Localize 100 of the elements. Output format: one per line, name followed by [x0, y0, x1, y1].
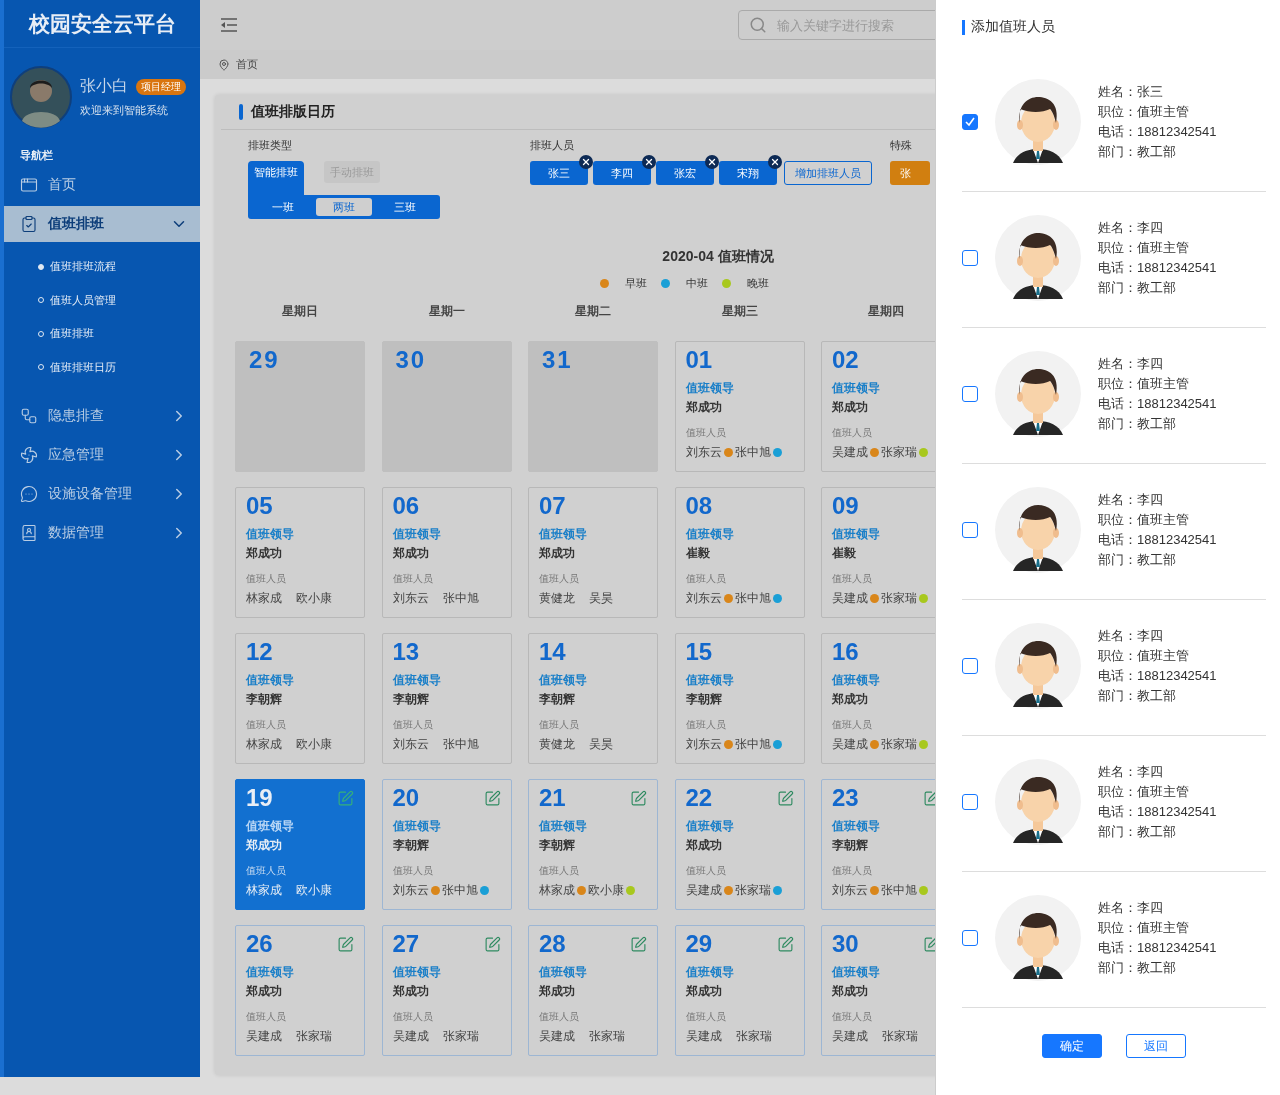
day-cell[interactable]: 02 值班领导 郑成功 值班人员 吴建成 张家瑞: [821, 341, 935, 472]
submenu-item[interactable]: 值班排班: [4, 317, 200, 351]
staff-name: 欧小康: [296, 736, 332, 753]
welcome-text: 欢迎来到智能系统: [80, 103, 169, 118]
day-cell[interactable]: 07 值班领导 郑成功 值班人员 黄健龙 吴昊: [528, 487, 658, 618]
day-number: 08: [685, 492, 713, 520]
submenu-item[interactable]: 值班人员管理: [4, 283, 200, 317]
back-button[interactable]: 返回: [1126, 1034, 1186, 1058]
staff-tag[interactable]: 张宏: [656, 161, 714, 185]
edit-icon[interactable]: [483, 789, 501, 807]
mode-tab[interactable]: 智能排班: [248, 161, 304, 195]
person-info: 职位：值班主管: [1098, 102, 1190, 121]
day-cell[interactable]: 29 值班领导 郑成功 值班人员 吴建成 张家瑞: [674, 925, 805, 1056]
day-cell[interactable]: 13 值班领导 李朝辉 值班人员 刘东云 张中旭: [381, 633, 512, 764]
person-info: 姓名：李四: [1098, 218, 1164, 237]
edit-icon[interactable]: [923, 789, 935, 807]
shift-tab[interactable]: 一班: [254, 198, 311, 216]
leader-label: 值班领导: [832, 818, 881, 835]
edit-icon[interactable]: [776, 789, 794, 807]
checkbox[interactable]: [962, 385, 978, 402]
leader-label: 值班领导: [832, 672, 881, 689]
nav-item[interactable]: 数据管理: [4, 515, 200, 551]
day-cell[interactable]: 08 值班领导 崔毅 值班人员 刘东云 张中旭: [674, 487, 805, 618]
leader-label: 值班领导: [832, 380, 881, 397]
edit-icon[interactable]: [630, 789, 647, 807]
edit-icon[interactable]: [776, 935, 794, 953]
day-cell[interactable]: 26 值班领导 郑成功 值班人员 吴建成 张家瑞: [235, 925, 365, 1056]
nav-item[interactable]: 应急管理: [4, 437, 200, 473]
checkbox[interactable]: [962, 113, 978, 130]
nav-item[interactable]: 设施设备管理: [4, 476, 200, 512]
day-cell[interactable]: 16 值班领导 郑成功 值班人员 吴建成 张家瑞: [821, 633, 935, 764]
remove-icon[interactable]: [579, 155, 593, 169]
day-cell[interactable]: 12 值班领导 李朝辉 值班人员 林家成 欧小康: [235, 633, 365, 764]
day-cell[interactable]: 19 值班领导 郑成功 值班人员 林家成 欧小康: [235, 779, 365, 910]
day-number: 16: [832, 638, 859, 666]
remove-icon[interactable]: [642, 155, 656, 169]
leader-name: 崔毅: [685, 545, 711, 562]
staff-name: 林家成: [246, 882, 282, 899]
day-cell[interactable]: 20 值班领导 李朝辉 值班人员 刘东云 张中旭: [381, 779, 512, 910]
day-cell[interactable]: 09 值班领导 崔毅 值班人员 吴建成 张家瑞: [821, 487, 935, 618]
remove-icon[interactable]: [705, 155, 719, 169]
edit-icon[interactable]: [630, 935, 647, 953]
user-name: 张小白: [80, 76, 128, 96]
confirm-button[interactable]: 确定: [1042, 1034, 1102, 1058]
nav-item[interactable]: 首页: [4, 167, 200, 203]
menu-collapse-icon[interactable]: [220, 18, 238, 32]
staff-label: 值班人员: [685, 572, 727, 586]
checkbox[interactable]: [962, 793, 978, 810]
day-cell[interactable]: 14 值班领导 李朝辉 值班人员 黄健龙 吴昊: [528, 633, 658, 764]
submenu-item[interactable]: 值班排班流程: [4, 250, 200, 284]
day-cell[interactable]: 28 值班领导 郑成功 值班人员 吴建成 张家瑞: [528, 925, 658, 1056]
day-cell[interactable]: 15 值班领导 李朝辉 值班人员 刘东云 张中旭: [674, 633, 805, 764]
day-cell[interactable]: 30 值班领导 郑成功 值班人员 吴建成 张家瑞: [821, 925, 935, 1056]
edit-icon[interactable]: [923, 935, 935, 953]
day-cell[interactable]: 05 值班领导 郑成功 值班人员 林家成 欧小康: [235, 487, 365, 618]
person-info: 部门：教工部: [1098, 278, 1177, 297]
staff-label: 值班人员: [392, 718, 434, 732]
day-cell[interactable]: 01 值班领导 郑成功 值班人员 刘东云 张中旭: [674, 341, 805, 472]
legend-label: 早班: [624, 276, 647, 291]
weekday-header: 星期四: [867, 303, 905, 320]
edit-icon[interactable]: [337, 935, 354, 953]
submenu-label: 值班排班日历: [50, 359, 116, 375]
checkbox[interactable]: [962, 249, 978, 266]
day-cell[interactable]: 22 值班领导 郑成功 值班人员 吴建成 张家瑞: [674, 779, 805, 910]
person-info: 电话：18812342541: [1098, 802, 1217, 821]
staff-name: 吴建成: [685, 1028, 722, 1045]
leader-name: 郑成功: [392, 983, 430, 1000]
checkbox[interactable]: [962, 521, 978, 538]
leader-label: 值班领导: [685, 672, 735, 689]
staff-name: 刘东云: [392, 736, 429, 753]
leader-name: 郑成功: [832, 399, 869, 416]
edit-icon[interactable]: [483, 935, 501, 953]
checkbox[interactable]: [962, 929, 978, 946]
day-cell[interactable]: 06 值班领导 郑成功 值班人员 刘东云 张中旭: [381, 487, 512, 618]
day-cell[interactable]: 27 值班领导 郑成功 值班人员 吴建成 张家瑞: [381, 925, 512, 1056]
staff-tag[interactable]: 李四: [593, 161, 651, 185]
staff-tag[interactable]: 张三: [530, 161, 588, 185]
day-cell[interactable]: 21 值班领导 李朝辉 值班人员 林家成 欧小康: [528, 779, 658, 910]
submenu-item[interactable]: 值班排班日历: [4, 350, 200, 384]
staff-label: 值班人员: [246, 1010, 287, 1024]
staff-label: 值班人员: [392, 572, 434, 586]
person-info: 电话：18812342541: [1098, 122, 1217, 141]
staff-name: 林家成: [246, 590, 282, 607]
leader-name: 李朝辉: [392, 837, 430, 854]
remove-icon[interactable]: [768, 155, 782, 169]
day-number: 09: [832, 492, 859, 520]
person-info: 部门：教工部: [1098, 958, 1177, 977]
staff-tag[interactable]: 宋翔: [719, 161, 777, 185]
add-staff-button[interactable]: 增加排班人员: [784, 161, 872, 185]
nav-item[interactable]: 值班排班: [4, 206, 200, 242]
staff-label: 值班人员: [539, 572, 580, 586]
shift-tab[interactable]: 三班: [377, 198, 434, 216]
nav-item[interactable]: 隐患排查: [4, 398, 200, 434]
shift-tab[interactable]: 两班: [316, 198, 372, 216]
day-number: 12: [246, 638, 273, 666]
day-number: 31: [541, 346, 573, 374]
day-number: 02: [832, 346, 859, 374]
checkbox[interactable]: [962, 657, 978, 674]
day-cell[interactable]: 23 值班领导 李朝辉 值班人员 刘东云 张中旭: [821, 779, 935, 910]
breadcrumb-link[interactable]: 首页: [236, 57, 258, 72]
